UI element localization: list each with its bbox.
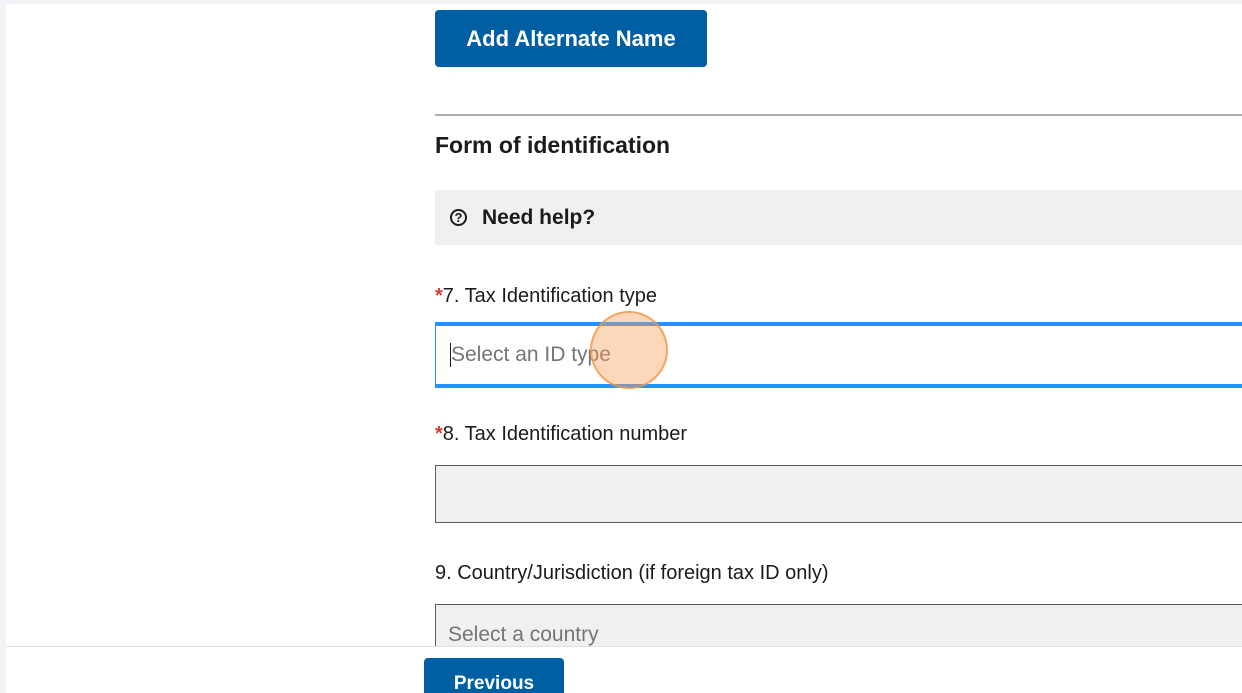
tax-id-type-select[interactable]: Select an ID type [435,322,1242,388]
footer-bar [6,646,1242,693]
required-marker: * [435,423,443,445]
tax-id-type-placeholder: Select an ID type [451,343,611,366]
page: Add Alternate Name Form of identificatio… [6,4,1242,693]
tax-id-type-label: *7. Tax Identification type [435,285,657,308]
form-content: Add Alternate Name Form of identificatio… [435,4,1242,646]
required-marker: * [435,285,443,307]
tax-id-type-label-text: 7. Tax Identification type [442,285,658,307]
need-help-accordion[interactable]: ? Need help? [435,190,1242,245]
country-label: 9. Country/Jurisdiction (if foreign tax … [435,562,829,584]
section-title: Form of identification [435,132,671,158]
tax-id-number-input[interactable] [435,465,1242,523]
previous-button[interactable]: Previous [424,658,564,693]
tax-id-number-label: *8. Tax Identification number [435,423,687,446]
need-help-label: Need help? [482,205,596,229]
country-select[interactable]: Select a country [435,604,1242,646]
tax-id-number-label-text: 8. Tax Identification number [442,423,688,445]
question-circle-icon: ? [450,209,467,226]
section-divider [435,114,1242,116]
country-placeholder: Select a country [448,623,599,646]
add-alternate-name-button[interactable]: Add Alternate Name [435,10,707,67]
